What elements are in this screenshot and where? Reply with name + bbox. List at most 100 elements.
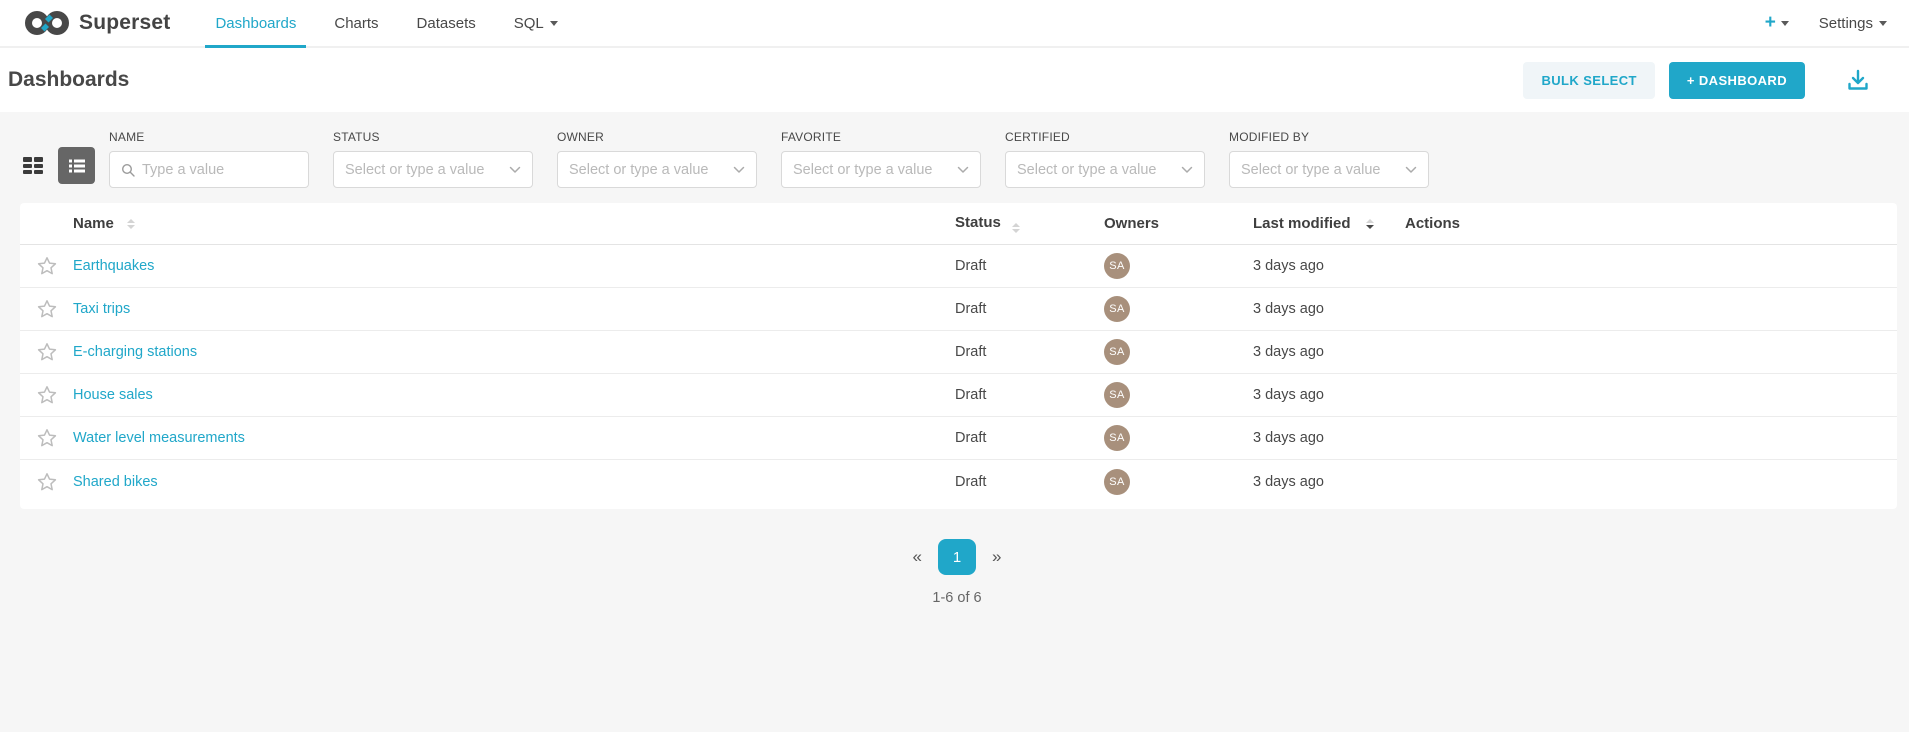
next-page-button[interactable]: » <box>984 543 1009 571</box>
favorite-star-icon[interactable] <box>35 426 59 450</box>
superset-logo[interactable]: Superset <box>0 0 196 46</box>
brand-name: Superset <box>79 11 170 35</box>
card-view-toggle[interactable] <box>17 150 49 182</box>
dashboard-link[interactable]: Taxi trips <box>73 301 130 317</box>
list-view-toggle[interactable] <box>58 147 95 184</box>
nav-item-charts[interactable]: Charts <box>315 0 397 46</box>
bulk-select-button[interactable]: BULK SELECT <box>1523 62 1654 99</box>
favorite-star-icon[interactable] <box>35 470 59 494</box>
dashboard-link[interactable]: Water level measurements <box>73 430 245 446</box>
table-row: Water level measurements Draft SA 3 days… <box>20 417 1897 460</box>
dashboard-link[interactable]: Shared bikes <box>73 474 158 490</box>
modified-cell: 3 days ago <box>1253 344 1405 360</box>
owner-avatar: SA <box>1104 253 1130 279</box>
column-label: Name <box>73 215 114 232</box>
nav-item-datasets[interactable]: Datasets <box>398 0 495 46</box>
favorite-select[interactable]: Select or type a value <box>781 151 981 188</box>
sort-desc-icon <box>1366 219 1374 229</box>
search-icon <box>121 163 135 177</box>
new-dashboard-button[interactable]: + DASHBOARD <box>1669 62 1805 99</box>
top-navbar: Superset Dashboards Charts Datasets SQL … <box>0 0 1909 48</box>
favorite-star-icon[interactable] <box>35 254 59 278</box>
prev-page-button[interactable]: « <box>905 543 930 571</box>
favorite-star-icon[interactable] <box>35 340 59 364</box>
table-row: Shared bikes Draft SA 3 days ago <box>20 460 1897 503</box>
name-search-field[interactable] <box>109 151 309 188</box>
status-cell: Draft <box>955 387 1104 403</box>
select-placeholder: Select or type a value <box>345 162 501 178</box>
new-item-menu-button[interactable]: + <box>1765 12 1789 34</box>
header-last-modified[interactable]: Last modified <box>1253 215 1405 232</box>
nav-item-dashboards[interactable]: Dashboards <box>196 0 315 46</box>
filter-label: MODIFIED BY <box>1229 130 1429 144</box>
filter-label: CERTIFIED <box>1005 130 1205 144</box>
table-row: E-charging stations Draft SA 3 days ago <box>20 331 1897 374</box>
modified-cell: 3 days ago <box>1253 258 1405 274</box>
status-cell: Draft <box>955 474 1104 490</box>
certified-select[interactable]: Select or type a value <box>1005 151 1205 188</box>
caret-down-icon <box>1781 21 1789 26</box>
column-label: Owners <box>1104 215 1159 232</box>
filter-label: OWNER <box>557 130 757 144</box>
modified-cell: 3 days ago <box>1253 301 1405 317</box>
modified-by-select[interactable]: Select or type a value <box>1229 151 1429 188</box>
chevron-down-icon <box>733 166 745 174</box>
caret-down-icon <box>550 21 558 26</box>
nav-item-label: Datasets <box>417 15 476 32</box>
owner-avatar: SA <box>1104 382 1130 408</box>
status-select[interactable]: Select or type a value <box>333 151 533 188</box>
view-mode-toggles <box>17 147 95 184</box>
filter-label: FAVORITE <box>781 130 981 144</box>
chevron-down-icon <box>1405 166 1417 174</box>
nav-item-label: SQL <box>514 15 544 32</box>
name-search-input[interactable] <box>142 162 297 178</box>
chevron-down-icon <box>957 166 969 174</box>
column-label: Status <box>955 214 1001 231</box>
select-placeholder: Select or type a value <box>569 162 725 178</box>
filter-bar: NAME STATUS Select or type a value <box>17 130 1897 188</box>
filter-certified: CERTIFIED Select or type a value <box>1005 130 1205 188</box>
page-1-button[interactable]: 1 <box>938 539 976 575</box>
header-name[interactable]: Name <box>73 215 955 232</box>
status-cell: Draft <box>955 258 1104 274</box>
filter-name: NAME <box>109 130 309 188</box>
export-dashboards-button[interactable] <box>1845 67 1871 93</box>
favorite-star-icon[interactable] <box>35 297 59 321</box>
filter-label: NAME <box>109 130 309 144</box>
pagination: « 1 » 1-6 of 6 <box>17 539 1897 606</box>
nav-item-sql[interactable]: SQL <box>495 0 577 46</box>
settings-menu-button[interactable]: Settings <box>1819 15 1887 32</box>
filter-fields: NAME STATUS Select or type a value <box>109 130 1429 188</box>
status-cell: Draft <box>955 430 1104 446</box>
table-row: Taxi trips Draft SA 3 days ago <box>20 288 1897 331</box>
caret-down-icon <box>1879 21 1887 26</box>
select-placeholder: Select or type a value <box>1241 162 1397 178</box>
dashboard-list-content: NAME STATUS Select or type a value <box>0 112 1909 606</box>
page-header: Dashboards BULK SELECT + DASHBOARD <box>0 48 1909 112</box>
settings-label: Settings <box>1819 15 1873 32</box>
header-status[interactable]: Status <box>955 214 1104 233</box>
select-placeholder: Select or type a value <box>793 162 949 178</box>
filter-status: STATUS Select or type a value <box>333 130 533 188</box>
table-row: House sales Draft SA 3 days ago <box>20 374 1897 417</box>
filter-label: STATUS <box>333 130 533 144</box>
filter-favorite: FAVORITE Select or type a value <box>781 130 981 188</box>
owner-select[interactable]: Select or type a value <box>557 151 757 188</box>
owner-avatar: SA <box>1104 425 1130 451</box>
owner-avatar: SA <box>1104 469 1130 495</box>
chevron-down-icon <box>509 166 521 174</box>
nav-item-label: Dashboards <box>215 15 296 32</box>
owner-avatar: SA <box>1104 339 1130 365</box>
table-row: Earthquakes Draft SA 3 days ago <box>20 245 1897 288</box>
sort-icon <box>1012 223 1020 233</box>
favorite-star-icon[interactable] <box>35 383 59 407</box>
filter-modified-by: MODIFIED BY Select or type a value <box>1229 130 1429 188</box>
navbar-right: + Settings <box>1765 0 1887 46</box>
column-label: Actions <box>1405 215 1460 232</box>
plus-icon: + <box>1765 12 1776 34</box>
dashboard-link[interactable]: House sales <box>73 387 153 403</box>
dashboard-link[interactable]: E-charging stations <box>73 344 197 360</box>
dashboard-link[interactable]: Earthquakes <box>73 258 154 274</box>
filter-owner: OWNER Select or type a value <box>557 130 757 188</box>
main-nav: Dashboards Charts Datasets SQL <box>196 0 576 46</box>
